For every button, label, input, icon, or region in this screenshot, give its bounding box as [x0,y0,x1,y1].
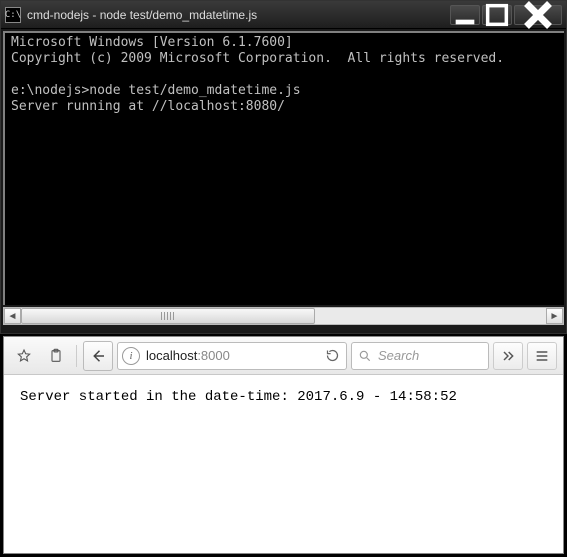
browser-content[interactable]: Server started in the date-time: 2017.6.… [4,375,563,553]
maximize-icon [483,1,511,29]
hamburger-icon [534,348,550,364]
star-icon [16,348,32,364]
chevron-double-right-icon [500,348,516,364]
url-bar[interactable]: i localhost:8000 [117,342,347,370]
minimize-icon [451,1,479,29]
cmd-line: Copyright (c) 2009 Microsoft Corporation… [11,51,504,66]
toolbar-separator [76,345,77,367]
cmd-titlebar[interactable]: C:\ cmd-nodejs - node test/demo_mdatetim… [1,1,566,29]
cmd-line: e:\nodejs>node test/demo_mdatetime.js [11,83,301,98]
arrow-left-icon [89,347,107,365]
scroll-thumb[interactable] [21,308,315,324]
bookmark-button[interactable] [10,342,38,370]
scroll-track[interactable] [21,308,546,324]
reload-icon [325,348,340,363]
close-icon [515,0,561,38]
cmd-line: Server running at //localhost:8080/ [11,99,285,114]
horizontal-scrollbar[interactable]: ◄ ► [3,307,564,325]
browser-window: i localhost:8000 Search Server started i… [3,336,564,554]
back-button[interactable] [83,341,113,371]
browser-toolbar: i localhost:8000 Search [4,337,563,375]
search-placeholder: Search [378,348,419,363]
overflow-button[interactable] [493,342,523,370]
menu-button[interactable] [527,342,557,370]
scroll-right-button[interactable]: ► [546,308,563,324]
url-text[interactable]: localhost:8000 [146,348,316,363]
reload-button[interactable] [322,348,342,363]
url-host: localhost [146,348,197,363]
cmd-window: C:\ cmd-nodejs - node test/demo_mdatetim… [0,0,567,334]
search-bar[interactable]: Search [351,342,489,370]
clipboard-icon [48,348,64,364]
window-controls [450,5,562,25]
page-text: Server started in the date-time: 2017.6.… [20,389,457,405]
cmd-line: Microsoft Windows [Version 6.1.7600] [11,35,293,50]
search-icon [358,349,372,363]
cmd-output[interactable]: Microsoft Windows [Version 6.1.7600] Cop… [3,31,564,305]
minimize-button[interactable] [450,5,480,25]
sidebar-button[interactable] [42,342,70,370]
scroll-left-button[interactable]: ◄ [4,308,21,324]
close-button[interactable] [514,5,562,25]
site-info-icon[interactable]: i [122,347,140,365]
cmd-icon: C:\ [5,7,21,23]
maximize-button[interactable] [482,5,512,25]
url-port: :8000 [197,348,230,363]
cmd-title: cmd-nodejs - node test/demo_mdatetime.js [27,8,450,22]
